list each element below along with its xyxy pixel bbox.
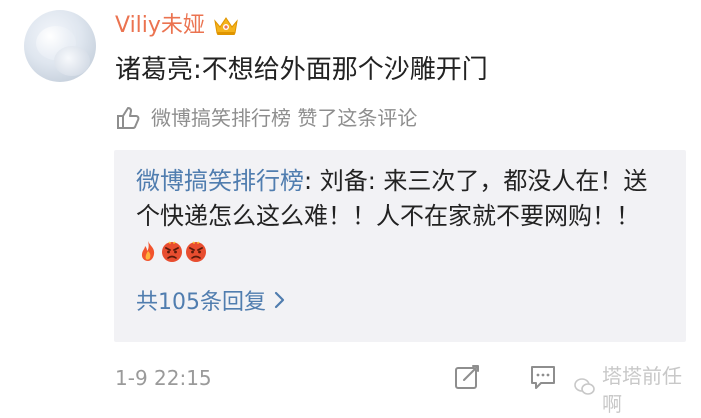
more-replies-link[interactable]: 共105条回复 [136,288,286,318]
reply-content: 微博搞笑排行榜: 刘备: 来三次了，都没人在！送个快递怎么这么难！！人不在家就不… [136,164,656,269]
watermark-text: 塔塔前任啊 [602,364,682,416]
liked-by-text: 微博搞笑排行榜 赞了这条评论 [151,106,418,130]
repost-edit-icon[interactable] [452,362,482,392]
fire-emoji-icon [136,238,160,262]
username-text[interactable]: Viliy未娅 [115,12,205,40]
liked-by-row: 微博搞笑排行榜 赞了这条评论 [115,104,417,132]
user-avatar[interactable] [24,10,96,82]
comment-username[interactable]: Viliy未娅 [115,12,239,40]
reply-author-link[interactable]: 微博搞笑排行榜 [136,167,304,195]
comment-icon[interactable] [528,362,558,392]
wechat-icon [574,376,596,404]
watermark: 塔塔前任啊 [574,362,701,418]
more-replies-text[interactable]: 共105条回复 [136,288,266,318]
comment-text: 诸葛亮:不想给外面那个沙雕开门 [115,55,488,85]
angry-face-emoji-icon [184,238,208,262]
angry-face-emoji-icon [160,238,184,262]
chevron-right-icon [274,288,286,318]
thumbs-up-icon[interactable] [115,105,141,131]
comment-timestamp: 1-9 22:15 [115,366,212,390]
crown-badge-icon [213,15,239,37]
reply-box[interactable]: 微博搞笑排行榜: 刘备: 来三次了，都没人在！送个快递怎么这么难！！人不在家就不… [114,150,686,342]
